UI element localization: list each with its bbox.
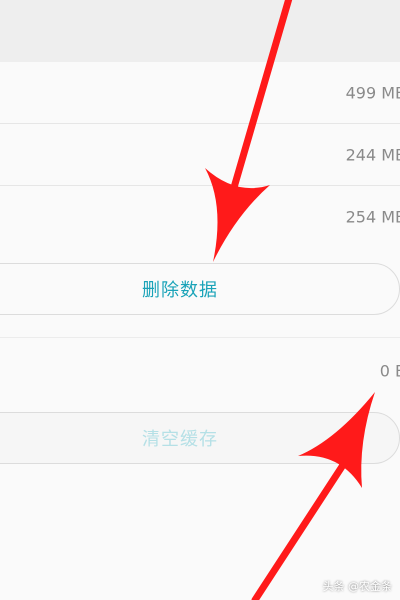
- storage-total-value: 499 MB: [345, 83, 400, 103]
- storage-row-data: 254 MB: [0, 186, 400, 248]
- delete-data-button[interactable]: 删除数据: [0, 263, 400, 315]
- app-storage-screen: 499 MB 244 MB 254 MB 删除数据 0 B 清空缓存 头条 @农…: [0, 0, 400, 600]
- storage-row-total: 499 MB: [0, 62, 400, 124]
- watermark-label: 头条 @农金条: [322, 580, 393, 593]
- cache-row: 0 B: [0, 346, 400, 396]
- storage-app-value: 244 MB: [345, 145, 400, 165]
- storage-row-app: 244 MB: [0, 124, 400, 186]
- section-header: [0, 0, 400, 62]
- storage-data-value: 254 MB: [345, 207, 400, 227]
- cache-size-value: 0 B: [379, 361, 400, 381]
- clear-cache-button[interactable]: 清空缓存: [0, 412, 400, 464]
